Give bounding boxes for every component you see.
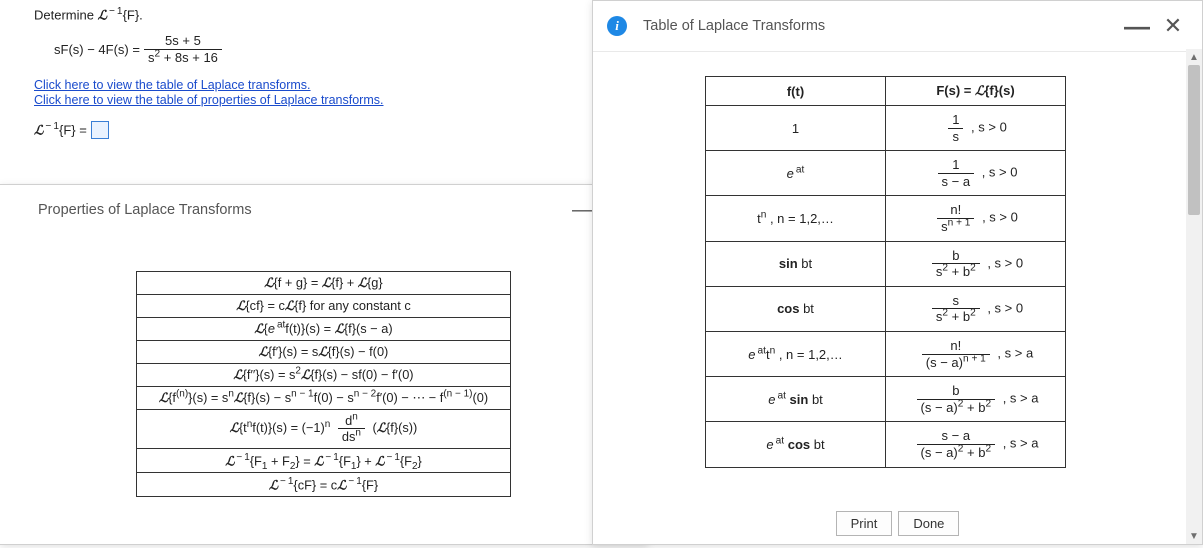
properties-row: ℒ − 1{cF} = cℒ − 1{F} — [136, 472, 510, 496]
answer-line: ℒ − 1{F} = — [34, 121, 600, 139]
properties-row: ℒ{tnf(t)}(s) = (−1)n dndsn (ℒ{f}(s)) — [136, 410, 510, 449]
laplace-cell-fs: ss2 + b2 , s > 0 — [886, 286, 1066, 331]
scroll-up-icon[interactable]: ▲ — [1186, 49, 1202, 65]
properties-row: ℒ − 1{F1 + F2} = ℒ − 1{F1} + ℒ − 1{F2} — [136, 448, 510, 472]
properties-table: ℒ{f + g} = ℒ{f} + ℒ{g}ℒ{cf} = cℒ{f} for … — [136, 271, 511, 497]
laplace-dialog-titlebar: i Table of Laplace Transforms — ✕ — [593, 1, 1202, 52]
scroll-thumb[interactable] — [1188, 65, 1200, 215]
done-button[interactable]: Done — [898, 511, 959, 536]
laplace-transform-table: f(t)F(s) = ℒ{f}(s)11s , s > 0e at1s − a … — [705, 76, 1066, 468]
answer-input[interactable] — [91, 121, 109, 139]
properties-row: ℒ{cf} = cℒ{f} for any constant c — [136, 295, 510, 318]
properties-dialog-titlebar: Properties of Laplace Transforms — ✕ — [0, 185, 647, 235]
equation-lhs: sF(s) − 4F(s) = — [54, 42, 140, 57]
info-icon: i — [607, 16, 627, 36]
properties-dialog-title: Properties of Laplace Transforms — [38, 202, 252, 218]
laplace-dialog-content: f(t)F(s) = ℒ{f}(s)11s , s > 0e at1s − a … — [593, 52, 1202, 505]
laplace-dialog-buttons: Print Done — [593, 505, 1202, 548]
laplace-cell-fs: s − a(s − a)2 + b2 , s > a — [886, 422, 1066, 467]
laplace-header-ft: f(t) — [706, 77, 886, 106]
scrollbar[interactable]: ▲ ▼ — [1186, 49, 1202, 544]
laplace-dialog-title: Table of Laplace Transforms — [643, 18, 825, 34]
question-panel: Determine ℒ − 1{F}. sF(s) − 4F(s) = 5s +… — [0, 0, 600, 139]
answer-prefix: ℒ − 1{F} = — [34, 121, 87, 138]
laplace-cell-ft: tn , n = 1,2,… — [706, 196, 886, 241]
equation-frac-num: 5s + 5 — [144, 33, 222, 50]
laplace-cell-fs: n!sn + 1 , s > 0 — [886, 196, 1066, 241]
equation-frac-den: s2 + 8s + 16 — [144, 50, 222, 66]
laplace-cell-ft: 1 — [706, 106, 886, 151]
scroll-down-icon[interactable]: ▼ — [1186, 528, 1202, 544]
given-equation: sF(s) − 4F(s) = 5s + 5 s2 + 8s + 16 — [54, 33, 600, 65]
equation-fraction: 5s + 5 s2 + 8s + 16 — [144, 33, 222, 65]
properties-dialog-content: ℒ{f + g} = ℒ{f} + ℒ{g}ℒ{cf} = cℒ{f} for … — [0, 235, 647, 507]
properties-row: ℒ{f′}(s) = sℒ{f}(s) − f(0) — [136, 341, 510, 364]
laplace-header-fs: F(s) = ℒ{f}(s) — [886, 77, 1066, 106]
laplace-cell-ft: e at cos bt — [706, 422, 886, 467]
laplace-table-dialog: i Table of Laplace Transforms — ✕ f(t)F(… — [592, 0, 1203, 545]
properties-dialog: Properties of Laplace Transforms — ✕ ℒ{f… — [0, 184, 648, 545]
link-laplace-transform-table[interactable]: Click here to view the table of Laplace … — [34, 78, 600, 92]
link-laplace-properties-table[interactable]: Click here to view the table of properti… — [34, 93, 600, 107]
properties-row: ℒ{f + g} = ℒ{f} + ℒ{g} — [136, 272, 510, 295]
close-button[interactable]: ✕ — [1160, 13, 1186, 39]
laplace-cell-ft: e at sin bt — [706, 377, 886, 422]
laplace-cell-ft: e attn , n = 1,2,… — [706, 331, 886, 376]
minimize-button[interactable]: — — [1124, 13, 1150, 39]
laplace-cell-ft: e at — [706, 151, 886, 196]
laplace-cell-fs: bs2 + b2 , s > 0 — [886, 241, 1066, 286]
print-button[interactable]: Print — [836, 511, 893, 536]
laplace-cell-fs: n!(s − a)n + 1 , s > a — [886, 331, 1066, 376]
question-title: Determine ℒ − 1{F}. — [34, 6, 600, 23]
laplace-cell-ft: cos bt — [706, 286, 886, 331]
laplace-cell-fs: b(s − a)2 + b2 , s > a — [886, 377, 1066, 422]
laplace-cell-fs: 1s , s > 0 — [886, 106, 1066, 151]
properties-row: ℒ{e atf(t)}(s) = ℒ{f}(s − a) — [136, 318, 510, 341]
laplace-cell-ft: sin bt — [706, 241, 886, 286]
properties-row: ℒ{f′′}(s) = s2ℒ{f}(s) − sf(0) − f′(0) — [136, 364, 510, 387]
properties-row: ℒ{f(n)}(s) = snℒ{f}(s) − sn − 1f(0) − sn… — [136, 387, 510, 410]
laplace-cell-fs: 1s − a , s > 0 — [886, 151, 1066, 196]
